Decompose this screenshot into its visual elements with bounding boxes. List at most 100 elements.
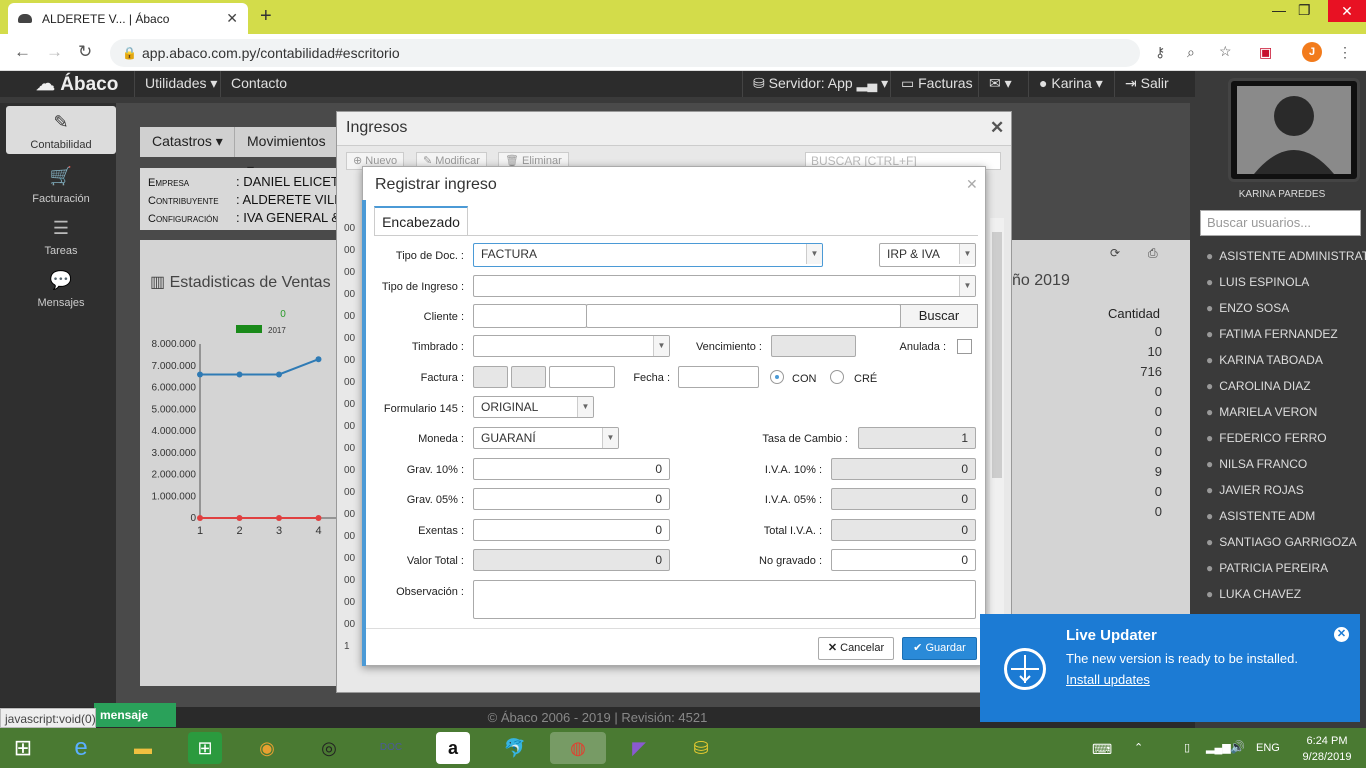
media-icon[interactable]: ◎ [312, 732, 346, 764]
contacto-link[interactable]: Contacto [220, 71, 297, 97]
chrome-icon[interactable]: ◍ [550, 732, 606, 764]
credito-radio[interactable] [830, 370, 844, 384]
user-list-item[interactable]: ● MARIELA VERON [1198, 400, 1366, 426]
formulario-select[interactable]: ORIGINAL ▼ [473, 396, 594, 418]
cliente-nombre-input[interactable] [586, 304, 901, 328]
brand-logo[interactable]: ☁ Ábaco [36, 73, 118, 96]
document-icon[interactable]: DOC [374, 732, 408, 764]
close-icon[interactable]: ✕ [990, 118, 1004, 138]
database-tool-icon[interactable]: ⛁ [684, 732, 718, 764]
utilidades-menu[interactable]: Utilidades ▾ [134, 71, 227, 97]
impuesto-select[interactable]: IRP & IVA ▼ [879, 243, 976, 267]
visual-studio-icon[interactable]: ◤ [622, 732, 656, 764]
catastros-menu[interactable]: Catastros ▾ [140, 127, 235, 157]
message-button[interactable]: mensaje [94, 703, 176, 727]
servidor-menu[interactable]: ⛁ Servidor: App ▂▄ ▾ [742, 71, 898, 97]
chat-menu[interactable]: ✉ ▾ [978, 71, 1022, 97]
mysql-icon[interactable]: 🐬 [498, 732, 532, 764]
tab-encabezado[interactable]: Encabezado [374, 206, 468, 236]
profile-avatar[interactable]: J [1302, 42, 1322, 62]
iva05-input[interactable]: 0 [831, 488, 976, 510]
user-search-input[interactable]: Buscar usuarios... [1200, 210, 1361, 236]
table-row[interactable]: 00 [344, 328, 364, 350]
table-row[interactable]: 00 [344, 240, 364, 262]
tipo-doc-select[interactable]: FACTURA ▼ [473, 243, 823, 267]
user-list-item[interactable]: ● NILSA FRANCO [1198, 452, 1366, 478]
windows-start-icon[interactable]: ⊞ [6, 732, 40, 764]
tray-chevron-icon[interactable]: ⌃ [1134, 741, 1143, 754]
new-tab-icon[interactable]: + [260, 5, 272, 28]
window-close-icon[interactable]: ✕ [1328, 0, 1366, 22]
no-gravado-input[interactable]: 0 [831, 549, 976, 571]
user-list-item[interactable]: ● LUKA CHAVEZ [1198, 582, 1366, 608]
forward-icon[interactable]: → [46, 42, 63, 62]
user-list-item[interactable]: ● LUIS ESPINOLA [1198, 270, 1366, 296]
guardar-button[interactable]: ✔ Guardar [902, 637, 977, 660]
cliente-ruc-input[interactable] [473, 304, 587, 328]
table-row[interactable]: 1 [344, 636, 364, 658]
table-row[interactable]: 00 [344, 570, 364, 592]
install-updates-link[interactable]: Install updates [1066, 672, 1150, 687]
table-row[interactable]: 00 [344, 504, 364, 526]
zoom-icon[interactable]: ⌕ [1187, 44, 1195, 61]
browser-tab[interactable]: ALDERETE V... | Ábaco ✕ [8, 3, 248, 34]
print-icon[interactable]: ⎙ [1148, 246, 1158, 261]
internet-explorer-icon[interactable]: e [64, 732, 98, 764]
user-list-item[interactable]: ● ENZO SOSA [1198, 296, 1366, 322]
table-row[interactable]: 00 [344, 438, 364, 460]
moneda-select[interactable]: GUARANÍ ▼ [473, 427, 619, 449]
user-list-item[interactable]: ● FATIMA FERNANDEZ [1198, 322, 1366, 348]
keyboard-icon[interactable]: ⌨ [1092, 741, 1112, 758]
user-list-item[interactable]: ● PATRICIA PEREIRA [1198, 556, 1366, 582]
tipo-ingreso-select[interactable]: ▼ [473, 275, 976, 297]
file-explorer-icon[interactable]: ▬ [126, 732, 160, 764]
table-row[interactable]: 00 [344, 394, 364, 416]
contado-radio[interactable] [770, 370, 784, 384]
table-row[interactable]: 00 [344, 372, 364, 394]
language-indicator[interactable]: ENG [1256, 742, 1280, 754]
grav10-input[interactable]: 0 [473, 458, 670, 480]
tasa-input[interactable]: 1 [858, 427, 976, 449]
reload-icon[interactable]: ↻ [78, 42, 92, 62]
store-icon[interactable]: ⊞ [188, 732, 222, 764]
fecha-input[interactable] [678, 366, 759, 388]
user-list-item[interactable]: ● SANTIAGO GARRIGOZA [1198, 530, 1366, 556]
factura-numero-input[interactable] [549, 366, 615, 388]
user-list-item[interactable]: ● FEDERICO FERRO [1198, 426, 1366, 452]
address-bar[interactable]: 🔒 app.abaco.com.py/contabilidad#escritori… [110, 39, 1140, 67]
user-list-item[interactable]: ● KARINA TABOADA [1198, 348, 1366, 374]
sidebar-item-facturacion[interactable]: 🛒 Facturación [0, 166, 122, 205]
total-iva-input[interactable]: 0 [831, 519, 976, 541]
scrollbar-thumb[interactable] [992, 232, 1002, 478]
valor-total-input[interactable]: 0 [473, 549, 670, 571]
vencimiento-input[interactable] [771, 335, 856, 357]
user-list-item[interactable]: ● ASISTENTE ADM [1198, 504, 1366, 530]
user-list-item[interactable]: ● ASISTENTE ADMINISTRAT... [1198, 244, 1366, 270]
table-row[interactable]: 00 [344, 614, 364, 636]
table-row[interactable]: 00 [344, 306, 364, 328]
signal-icon[interactable]: ▂▄▆ [1206, 741, 1231, 754]
amazon-icon[interactable]: a [436, 732, 470, 764]
refresh-icon[interactable]: ⟳ [1110, 246, 1120, 260]
table-row[interactable]: 00 [344, 262, 364, 284]
battery-icon[interactable]: ▯ [1184, 741, 1190, 754]
star-icon[interactable]: ☆ [1219, 43, 1232, 60]
facturas-link[interactable]: ▭ Facturas [890, 71, 983, 97]
table-row[interactable]: 00 [344, 350, 364, 372]
close-icon[interactable]: ✕ [966, 176, 978, 193]
volume-icon[interactable]: 🔊 [1230, 740, 1245, 754]
user-list-item[interactable]: ● JAVIER ROJAS [1198, 478, 1366, 504]
close-tab-icon[interactable]: ✕ [226, 10, 238, 27]
table-row[interactable]: 00 [344, 526, 364, 548]
app-icon[interactable]: ◉ [250, 732, 284, 764]
cancelar-button[interactable]: ✕ Cancelar [818, 637, 894, 660]
user-list-item[interactable]: ● CAROLINA DIAZ [1198, 374, 1366, 400]
table-row[interactable]: 00 [344, 218, 364, 240]
scrollbar[interactable] [990, 218, 1004, 648]
sidebar-item-mensajes[interactable]: 💬 Mensajes [0, 270, 122, 309]
back-icon[interactable]: ← [14, 42, 31, 62]
sidebar-item-contabilidad[interactable]: ✎ Contabilidad [0, 112, 122, 151]
table-row[interactable]: 00 [344, 416, 364, 438]
salir-link[interactable]: ⇥ Salir [1114, 71, 1179, 97]
grav05-input[interactable]: 0 [473, 488, 670, 510]
